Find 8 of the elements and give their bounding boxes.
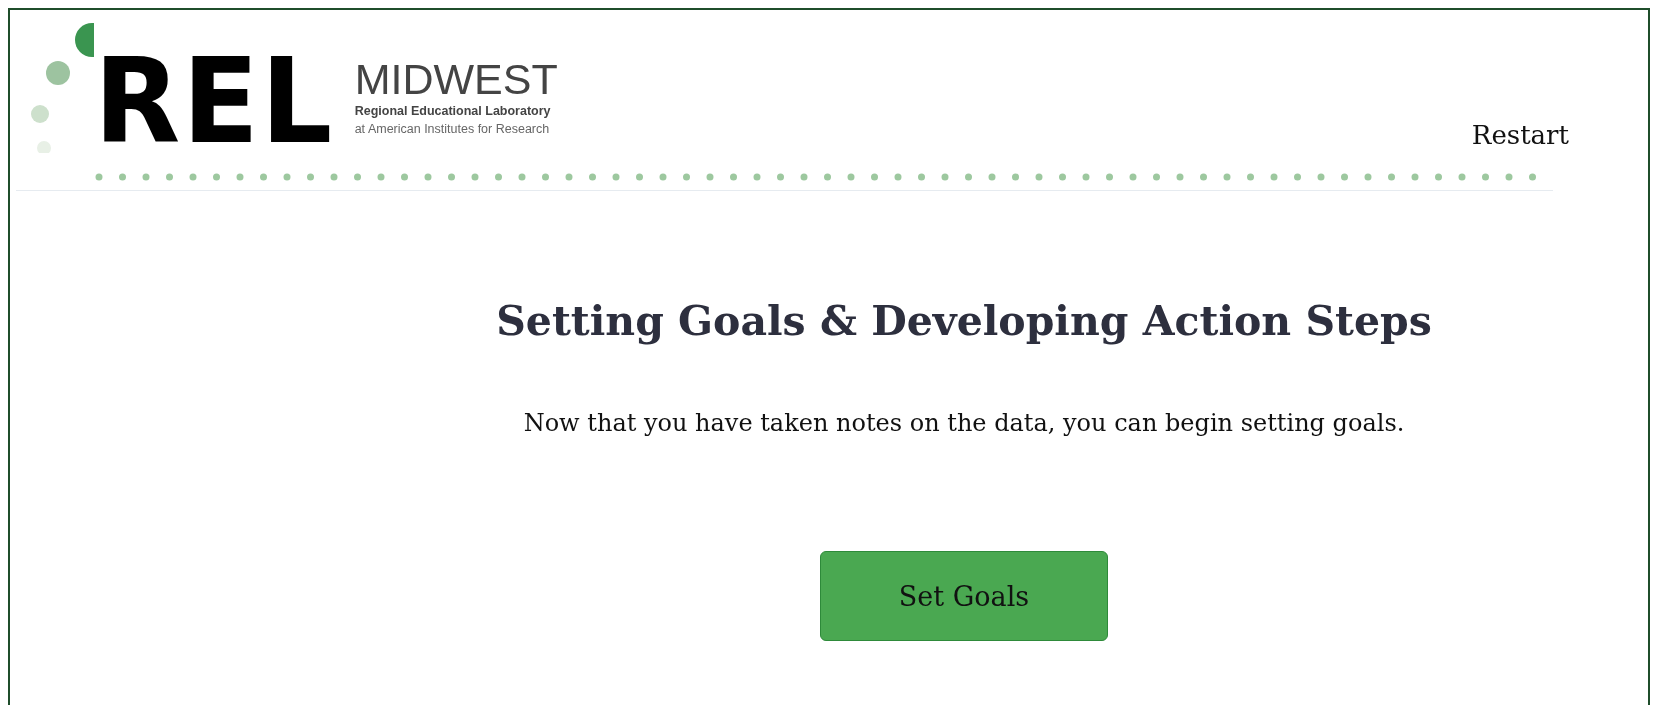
logo-tagline: at American Institutes for Research (354, 122, 551, 136)
logo-name: MIDWEST (354, 58, 558, 101)
logo-subtitle: Regional Educational Laboratory (354, 104, 552, 118)
page-title: Setting Goals & Developing Action Steps (496, 297, 1432, 345)
logo-mark: REL (94, 42, 335, 160)
set-goals-button[interactable]: Set Goals (820, 551, 1108, 641)
intro-text: Now that you have taken notes on the data, you can begin setting goals. (523, 409, 1405, 437)
restart-link[interactable]: Restart (1471, 120, 1569, 150)
